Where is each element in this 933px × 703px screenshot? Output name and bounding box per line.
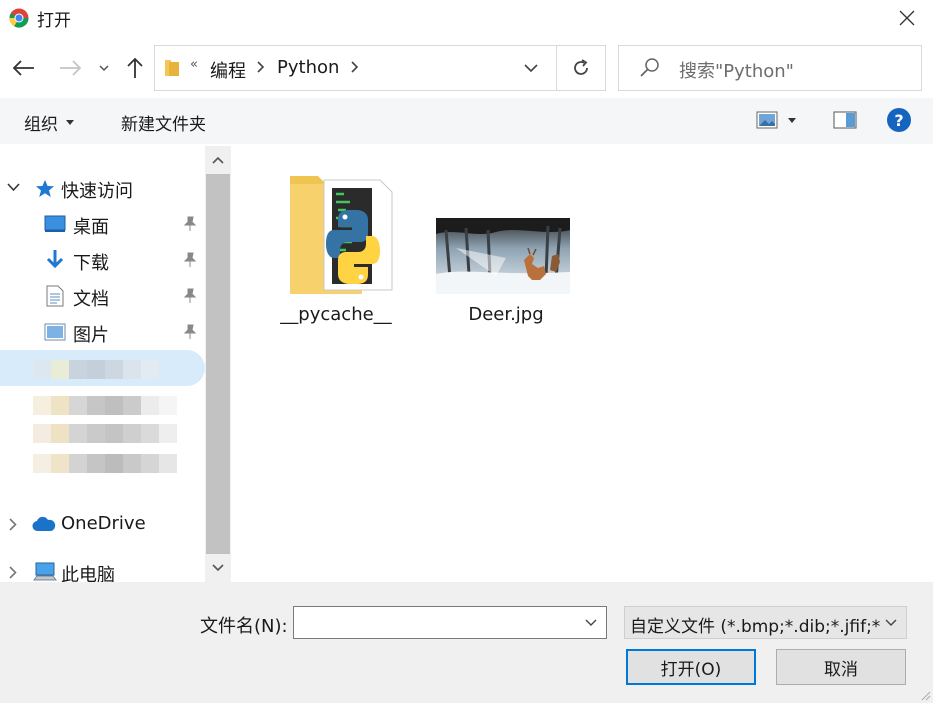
desktop-icon — [44, 215, 66, 232]
chrome-icon — [9, 8, 29, 28]
sidebar-scrollbar[interactable] — [205, 146, 231, 582]
file-list: __pycache__ Deer.jpg — [231, 146, 933, 582]
sidebar-item-documents[interactable]: 文档 — [0, 279, 205, 313]
navigation-row: « 编程 Python 搜索"Python" — [0, 36, 933, 98]
filename-input[interactable] — [293, 606, 607, 639]
chevron-right-icon[interactable] — [351, 59, 359, 75]
chevron-down-icon — [99, 64, 109, 71]
file-name: __pycache__ — [280, 304, 392, 325]
file-item-pycache[interactable]: __pycache__ — [266, 170, 406, 330]
image-thumbnail — [436, 218, 570, 294]
forward-button[interactable] — [58, 56, 82, 80]
new-folder-button[interactable]: 新建文件夹 — [121, 110, 206, 135]
chevron-down-icon[interactable] — [584, 616, 598, 630]
close-icon — [899, 10, 915, 26]
sidebar-item-label: OneDrive — [61, 513, 146, 534]
folder-icon — [290, 176, 393, 294]
sidebar-item-onedrive[interactable]: OneDrive — [0, 507, 205, 541]
chevron-down-icon — [212, 564, 224, 572]
pin-icon[interactable] — [183, 288, 197, 304]
resize-grip-icon[interactable] — [919, 689, 931, 701]
organize-label: 组织 — [24, 115, 58, 135]
caret-down-icon — [788, 117, 796, 123]
sidebar-item-label: 下载 — [73, 253, 109, 274]
file-item-deer[interactable]: Deer.jpg — [436, 170, 576, 330]
caret-down-icon — [66, 120, 74, 125]
scroll-thumb[interactable] — [206, 174, 230, 554]
sidebar-item-downloads[interactable]: 下载 — [0, 243, 205, 277]
overflow-indicator[interactable]: « — [190, 57, 198, 72]
breadcrumb-item[interactable]: Python — [277, 57, 339, 78]
pin-icon[interactable] — [183, 252, 197, 268]
cancel-button[interactable]: 取消 — [776, 649, 906, 685]
title-bar: 打开 — [0, 0, 933, 36]
sidebar-item-this-pc[interactable]: 此电脑 — [0, 555, 205, 582]
refresh-button[interactable] — [557, 46, 605, 90]
pin-icon[interactable] — [183, 216, 197, 232]
file-type-value: 自定义文件 (*.bmp;*.dib;*.jfif;* — [630, 617, 880, 637]
search-input[interactable]: 搜索"Python" — [618, 45, 922, 91]
chevron-right-icon[interactable] — [9, 566, 17, 579]
document-icon — [46, 285, 64, 307]
preview-pane-icon — [833, 111, 857, 129]
sidebar-item-label: 文档 — [73, 289, 109, 310]
chevron-right-icon[interactable] — [9, 518, 17, 531]
view-icon — [756, 111, 778, 129]
preview-pane-button[interactable] — [833, 111, 857, 134]
search-icon — [640, 58, 659, 77]
star-icon — [36, 180, 54, 197]
filename-label: 文件名(N): — [200, 616, 288, 637]
navigation-pane: 快速访问 桌面 下载 文档 图片 OneDrive 此电脑 — [0, 146, 205, 582]
close-button[interactable] — [881, 0, 933, 36]
sidebar-item-desktop[interactable]: 桌面 — [0, 207, 205, 241]
download-icon — [46, 250, 64, 269]
arrow-up-icon — [127, 57, 143, 78]
file-type-select[interactable]: 自定义文件 (*.bmp;*.dib;*.jfif;* — [624, 606, 907, 639]
sidebar-item-label: 快速访问 — [61, 181, 133, 202]
chevron-down-icon — [885, 619, 897, 626]
up-button[interactable] — [124, 56, 146, 80]
change-view-button[interactable] — [756, 111, 796, 129]
scroll-down-button[interactable] — [205, 554, 231, 582]
recent-locations-button[interactable] — [97, 56, 111, 80]
sidebar-item-label: 桌面 — [73, 217, 109, 238]
breadcrumb-item[interactable]: 编程 — [210, 57, 246, 83]
chevron-up-icon — [212, 156, 224, 164]
redacted-region — [0, 334, 205, 494]
window-title: 打开 — [37, 11, 71, 31]
chevron-down-icon[interactable] — [7, 183, 20, 192]
back-button[interactable] — [12, 56, 36, 80]
address-bar[interactable]: « 编程 Python — [154, 45, 606, 91]
arrow-right-icon — [60, 60, 81, 76]
sidebar-item-label: 此电脑 — [61, 565, 115, 582]
open-button[interactable]: 打开(O) — [626, 649, 756, 685]
file-name: Deer.jpg — [468, 304, 544, 325]
toolbar: 组织 新建文件夹 ? — [0, 98, 933, 144]
chevron-right-icon[interactable] — [257, 59, 265, 75]
search-placeholder: 搜索"Python" — [679, 61, 794, 82]
cloud-icon — [32, 516, 56, 532]
organize-button[interactable]: 组织 — [24, 110, 74, 135]
help-button[interactable]: ? — [887, 108, 911, 132]
refresh-icon — [574, 59, 588, 75]
arrow-left-icon — [13, 60, 34, 76]
chevron-down-icon[interactable] — [523, 60, 539, 76]
scroll-up-button[interactable] — [205, 146, 231, 174]
folder-icon — [165, 60, 179, 76]
computer-icon — [33, 562, 57, 581]
dialog-footer: 文件名(N): 自定义文件 (*.bmp;*.dib;*.jfif;* 打开(O… — [0, 582, 933, 703]
sidebar-item-quick-access[interactable]: 快速访问 — [0, 171, 205, 205]
